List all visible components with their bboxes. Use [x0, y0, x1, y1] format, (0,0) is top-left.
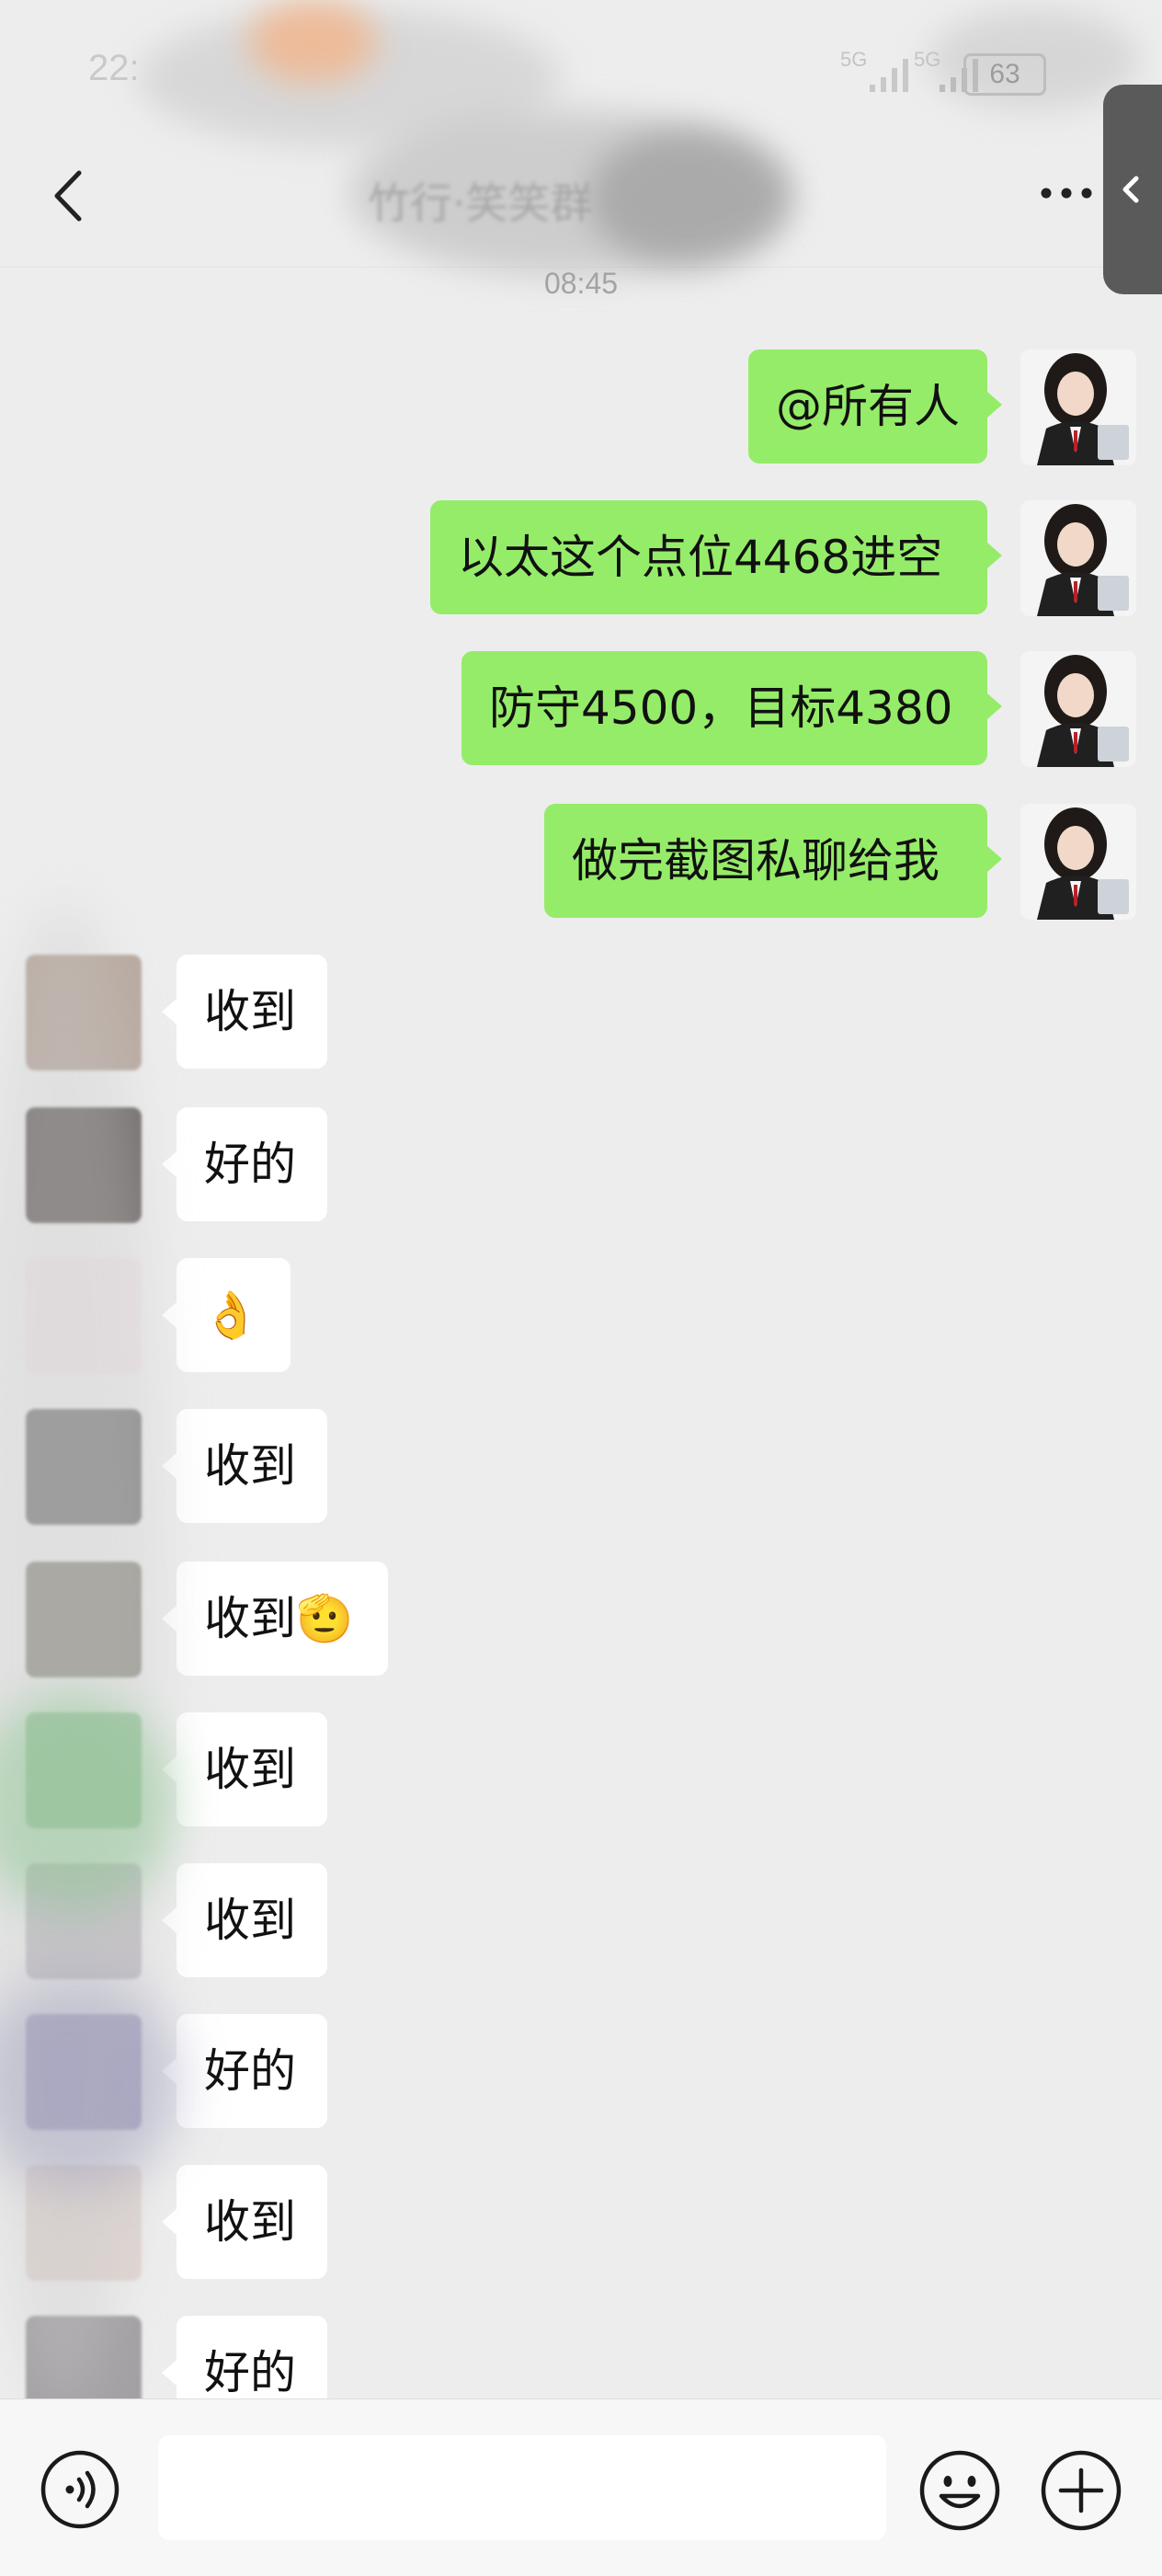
- message-bubble[interactable]: 收到: [177, 1409, 327, 1523]
- bubble-tail: [162, 1907, 177, 1933]
- network-label-2: 5G: [914, 48, 941, 71]
- chevron-left-icon: [54, 170, 82, 222]
- bubble-tail: [987, 543, 1002, 568]
- message-bubble[interactable]: 收到🫡: [177, 1562, 388, 1676]
- sender-avatar-icon: [1020, 804, 1136, 920]
- message-bubble[interactable]: 收到: [177, 2165, 327, 2279]
- bubble-tail: [987, 392, 1002, 418]
- message-bubble[interactable]: @所有人: [748, 349, 987, 464]
- message-bubble[interactable]: 收到: [177, 1712, 327, 1826]
- network-label-1: 5G: [840, 48, 868, 71]
- plus-icon: [1041, 2450, 1122, 2531]
- avatar[interactable]: [1020, 500, 1136, 616]
- chat-title: 竹行·笑笑群: [368, 178, 593, 228]
- sender-avatar-icon: [1020, 500, 1136, 616]
- more-options-button[interactable]: [1037, 182, 1101, 204]
- sender-avatar-icon: [1020, 349, 1136, 465]
- message-bubble[interactable]: 收到: [177, 955, 327, 1069]
- bubble-tail: [162, 1302, 177, 1328]
- bubble-tail: [162, 2209, 177, 2235]
- battery-indicator: 63: [963, 53, 1046, 96]
- avatar[interactable]: [1020, 804, 1136, 920]
- message-bubble[interactable]: 防守4500，目标4380: [461, 651, 987, 765]
- bubble-tail: [987, 846, 1002, 872]
- redaction-smudge: [588, 129, 791, 267]
- message-bubble[interactable]: 👌: [177, 1258, 290, 1372]
- side-panel-tab[interactable]: [1103, 85, 1162, 294]
- avatar[interactable]: [1020, 349, 1136, 465]
- bubble-tail: [162, 1151, 177, 1177]
- message-bubble[interactable]: 好的: [177, 1107, 327, 1221]
- status-time: 22:: [88, 48, 140, 88]
- bubble-tail: [162, 1453, 177, 1479]
- bubble-tail: [987, 693, 1002, 719]
- voice-button[interactable]: [39, 2448, 121, 2531]
- plus-button[interactable]: [1039, 2448, 1123, 2533]
- redaction-smudge: [248, 0, 377, 83]
- message-bubble[interactable]: 以太这个点位4468进空: [430, 500, 987, 614]
- more-icon: [1041, 188, 1092, 199]
- bubble-tail: [162, 999, 177, 1025]
- back-button[interactable]: [46, 164, 101, 228]
- avatar[interactable]: [1020, 651, 1136, 767]
- signal-icon: [870, 59, 908, 92]
- chevron-left-icon: [1122, 176, 1139, 203]
- emoji-icon: [919, 2450, 1000, 2531]
- emoji-button[interactable]: [917, 2448, 1002, 2533]
- message-input[interactable]: [158, 2435, 886, 2540]
- redaction-smudge: [0, 1977, 184, 2189]
- message-bubble[interactable]: 好的: [177, 2014, 327, 2128]
- sender-avatar-icon: [1020, 651, 1136, 767]
- message-bubble[interactable]: 收到: [177, 1863, 327, 1977]
- message-timestamp: 08:45: [543, 267, 619, 300]
- voice-icon: [40, 2450, 120, 2529]
- message-bubble[interactable]: 做完截图私聊给我: [544, 804, 987, 918]
- bubble-tail: [162, 2360, 177, 2386]
